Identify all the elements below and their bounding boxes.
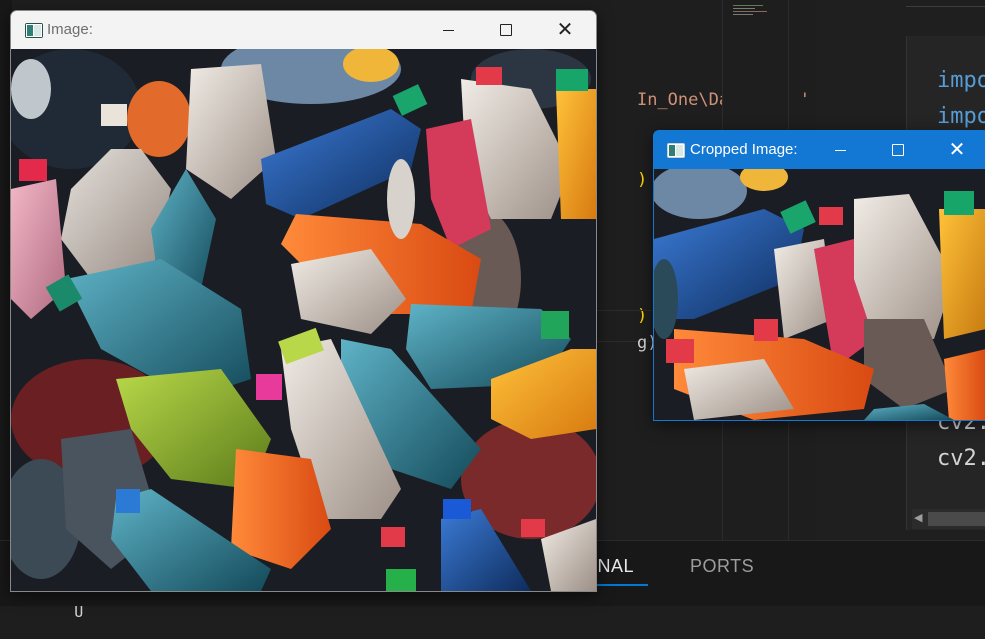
peek-line-2: impo <box>937 104 985 129</box>
window-title: Cropped Image: <box>690 141 798 158</box>
maximize-button[interactable] <box>876 137 920 163</box>
code-paren-3: g) <box>636 333 658 353</box>
maximize-icon <box>892 144 904 156</box>
scrollbar-thumb[interactable] <box>928 512 985 526</box>
code-paren-1: ) <box>636 170 648 190</box>
tab-ports[interactable]: PORTS <box>690 556 754 577</box>
image-window[interactable]: Image: ✕ <box>10 10 597 592</box>
tab-terminal[interactable]: INAL <box>592 556 634 577</box>
title-bar[interactable]: Cropped Image: ✕ <box>654 131 985 169</box>
title-bar[interactable]: Image: ✕ <box>11 11 596 49</box>
opencv-window-icon <box>25 23 43 38</box>
cropped-bottles-photo <box>654 169 985 420</box>
secondary-editor-rule <box>906 6 985 7</box>
minimize-button[interactable] <box>818 137 862 163</box>
close-button[interactable]: ✕ <box>543 17 587 43</box>
active-tab-indicator <box>592 584 648 586</box>
window-title: Image: <box>47 21 93 38</box>
maximize-icon <box>500 24 512 36</box>
peek-line-1: impo <box>937 68 985 93</box>
opencv-window-icon <box>667 143 685 158</box>
left-clip-text-4: U <box>74 603 84 621</box>
scroll-left-icon[interactable]: ◀ <box>914 511 922 524</box>
image-canvas <box>11 49 596 591</box>
horizontal-scrollbar[interactable]: ◀ <box>912 509 985 529</box>
maximize-button[interactable] <box>484 17 528 43</box>
close-icon: ✕ <box>556 19 574 41</box>
close-icon: ✕ <box>948 139 966 161</box>
cropped-image-canvas <box>654 169 985 420</box>
plastic-bottles-photo <box>11 49 596 591</box>
peek-line-4: cv2. <box>937 446 985 471</box>
close-button[interactable]: ✕ <box>935 137 979 163</box>
minimize-button[interactable] <box>426 17 470 43</box>
minimize-icon <box>834 149 846 151</box>
cropped-image-window[interactable]: Cropped Image: ✕ <box>653 130 985 421</box>
minimize-icon <box>442 29 454 31</box>
